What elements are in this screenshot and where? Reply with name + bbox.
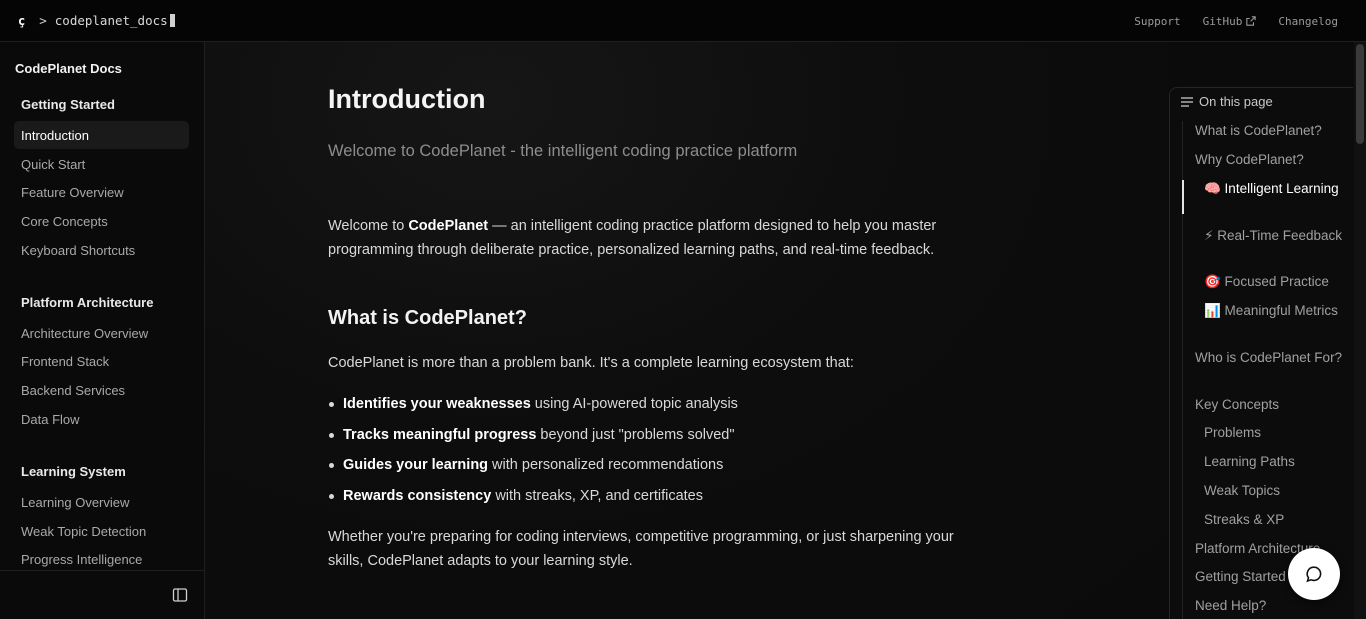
sidebar: CodePlanet Docs Getting Started Introduc… xyxy=(0,42,205,619)
list-item-text: using AI-powered topic analysis xyxy=(530,396,738,412)
sidebar-item-label: Learning Overview xyxy=(21,494,130,510)
list-item-bold: Tracks meaningful progress xyxy=(343,426,537,443)
external-link-icon xyxy=(1246,16,1257,26)
sidebar-item-weak-topic-detection[interactable]: Weak Topic Detection xyxy=(14,517,189,545)
sidebar-item-label: Progress Intelligence xyxy=(21,551,143,567)
sidebar-footer xyxy=(0,570,204,619)
section-heading: What is CodePlanet? xyxy=(328,307,527,329)
section-lead: CodePlanet is more than a problem bank. … xyxy=(328,355,854,371)
table-of-contents: On this page What is CodePlanet? Why Cod… xyxy=(1169,87,1353,619)
support-link[interactable]: Support xyxy=(1134,15,1180,28)
brand-link[interactable]: ç > codeplanet_docs xyxy=(0,0,175,42)
sidebar-item-quick-start[interactable]: Quick Start xyxy=(14,150,189,178)
sidebar-item-backend-services[interactable]: Backend Services xyxy=(14,376,189,404)
list-icon xyxy=(1181,96,1193,107)
list-item-text: with streaks, XP, and certificates xyxy=(491,488,703,505)
sidebar-group-learning-system: Learning System xyxy=(21,464,126,479)
sidebar-item-feature-overview[interactable]: Feature Overview xyxy=(14,178,189,206)
list-item-bold: Rewards consistency xyxy=(343,488,492,505)
toc-heading-label: On this page xyxy=(1199,94,1273,109)
list-item: Identifies your weaknesses using AI-powe… xyxy=(328,392,958,423)
github-label: GitHub xyxy=(1202,14,1243,28)
changelog-link[interactable]: Changelog xyxy=(1278,15,1338,28)
sidebar-item-learning-overview[interactable]: Learning Overview xyxy=(14,488,189,516)
intro-text: Welcome to xyxy=(328,218,409,234)
sidebar-item-label: Quick Start xyxy=(21,156,86,172)
sidebar-item-label: Keyboard Shortcuts xyxy=(21,242,136,258)
sidebar-item-label: Introduction xyxy=(21,127,89,143)
list-item: Tracks meaningful progress beyond just "… xyxy=(328,423,958,454)
list-item: Rewards consistency with streaks, XP, an… xyxy=(328,484,958,515)
list-item-text: beyond just "problems solved" xyxy=(536,426,735,443)
feature-list: Identifies your weaknesses using AI-powe… xyxy=(328,392,958,515)
changelog-label: Changelog xyxy=(1278,14,1338,28)
list-item-bold: Identifies your weaknesses xyxy=(343,396,531,412)
list-item-bold: Guides your learning xyxy=(343,457,489,474)
sidebar-item-core-concepts[interactable]: Core Concepts xyxy=(14,207,189,235)
toc-link-focused-practice[interactable]: 🎯 Focused Practice xyxy=(1204,273,1344,291)
sidebar-item-label: Backend Services xyxy=(21,382,126,398)
sidebar-item-label: Weak Topic Detection xyxy=(21,523,147,539)
toc-link-real-time-feedback[interactable]: ⚡ Real-Time Feedback xyxy=(1204,227,1344,245)
toc-link-need-help[interactable]: Need Help? xyxy=(1195,597,1345,615)
toc-heading: On this page xyxy=(1181,94,1273,109)
scrollbar-thumb[interactable] xyxy=(1356,44,1364,144)
toc-link-streaks-xp[interactable]: Streaks & XP xyxy=(1204,511,1344,529)
sidebar-item-label: Architecture Overview xyxy=(21,325,149,341)
toc-link-learning-paths[interactable]: Learning Paths xyxy=(1204,453,1344,471)
chat-button[interactable] xyxy=(1288,548,1340,600)
top-nav: Support GitHub Changelog xyxy=(1134,0,1338,42)
logo-icon: ç xyxy=(18,13,26,28)
intro-brand: CodePlanet xyxy=(408,218,489,234)
sidebar-title[interactable]: CodePlanet Docs xyxy=(15,61,122,76)
prompt-symbol: > xyxy=(39,13,47,28)
toc-active-marker xyxy=(1182,180,1184,214)
sidebar-item-label: Data Flow xyxy=(21,411,80,427)
support-label: Support xyxy=(1134,14,1181,28)
toc-link-what-is[interactable]: What is CodePlanet? xyxy=(1195,122,1345,140)
toc-link-key-concepts[interactable]: Key Concepts xyxy=(1195,396,1345,414)
sidebar-item-progress-intelligence[interactable]: Progress Intelligence xyxy=(14,545,189,573)
toc-link-weak-topics[interactable]: Weak Topics xyxy=(1204,482,1344,500)
page-subtitle: Welcome to CodePlanet - the intelligent … xyxy=(328,142,798,160)
sidebar-item-label: Core Concepts xyxy=(21,213,108,229)
sidebar-item-label: Frontend Stack xyxy=(21,353,110,369)
toc-link-who-is-for[interactable]: Who is CodePlanet For? xyxy=(1195,349,1345,367)
sidebar-item-data-flow[interactable]: Data Flow xyxy=(14,405,189,433)
list-item-text: with personalized recommendations xyxy=(488,457,724,474)
toc-link-meaningful-metrics[interactable]: 📊 Meaningful Metrics xyxy=(1204,302,1344,320)
closing-paragraph: Whether you're preparing for coding inte… xyxy=(328,529,954,569)
sidebar-group-getting-started: Getting Started xyxy=(21,97,115,112)
cursor-block xyxy=(169,14,175,27)
toc-link-why[interactable]: Why CodePlanet? xyxy=(1195,151,1345,169)
intro-paragraph: Welcome to CodePlanet — an intelligent c… xyxy=(328,214,958,262)
github-link[interactable]: GitHub xyxy=(1203,15,1257,28)
page-title: Introduction xyxy=(328,84,486,114)
toc-link-intelligent-learning[interactable]: 🧠 Intelligent Learning xyxy=(1204,180,1344,198)
chat-bubble-icon xyxy=(1306,566,1322,583)
list-item: Guides your learning with personalized r… xyxy=(328,453,958,484)
top-bar: ç > codeplanet_docs Support GitHub Chang… xyxy=(0,0,1366,42)
sidebar-item-keyboard-shortcuts[interactable]: Keyboard Shortcuts xyxy=(14,236,189,264)
sidebar-toggle-icon[interactable] xyxy=(172,587,188,603)
main-content: Introduction Welcome to CodePlanet - the… xyxy=(205,42,1168,619)
sidebar-item-architecture-overview[interactable]: Architecture Overview xyxy=(14,319,189,347)
toc-link-problems[interactable]: Problems xyxy=(1204,424,1344,442)
sidebar-group-platform-architecture: Platform Architecture xyxy=(21,295,154,310)
sidebar-item-introduction[interactable]: Introduction xyxy=(14,121,189,149)
site-name: codeplanet_docs xyxy=(54,13,168,28)
sidebar-item-label: Feature Overview xyxy=(21,184,124,200)
sidebar-item-frontend-stack[interactable]: Frontend Stack xyxy=(14,347,189,375)
